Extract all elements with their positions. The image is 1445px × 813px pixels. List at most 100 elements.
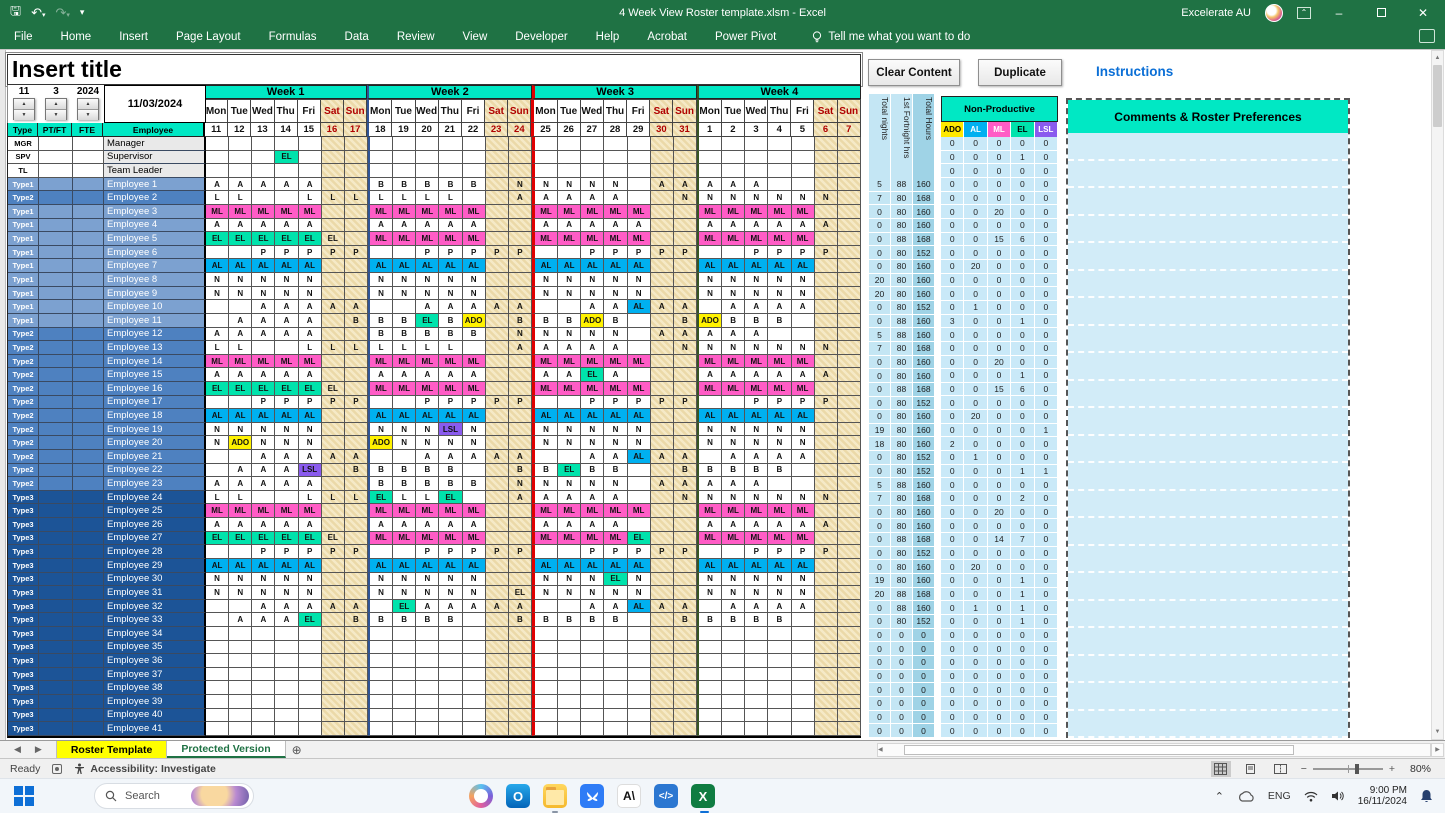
roster-shift-cell[interactable] [651,681,674,695]
roster-shift-cell[interactable] [838,423,861,437]
roster-shift-cell[interactable] [532,396,558,410]
roster-shift-cell[interactable]: A [697,518,722,532]
roster-shift-cell[interactable]: AL [368,409,393,423]
year-spinner-up[interactable]: ▲ [78,99,98,110]
roster-shift-cell[interactable]: A [604,518,627,532]
roster-shift-cell[interactable]: A [722,477,745,491]
roster-shift-cell[interactable] [815,668,838,682]
roster-shift-cell[interactable] [486,368,509,382]
roster-shift-cell[interactable] [722,681,745,695]
row-type-cell[interactable]: Type1 [8,314,39,328]
roster-shift-cell[interactable]: A [439,219,462,233]
roster-shift-cell[interactable] [768,151,791,165]
roster-shift-cell[interactable]: ADO [368,436,393,450]
roster-shift-cell[interactable]: AL [558,559,581,573]
roster-shift-cell[interactable] [697,709,722,723]
roster-shift-cell[interactable]: P [463,545,486,559]
row-fte-cell[interactable] [73,641,104,655]
roster-shift-cell[interactable]: A [252,518,275,532]
roster-shift-cell[interactable] [393,300,416,314]
roster-shift-cell[interactable] [463,491,486,505]
roster-shift-cell[interactable]: ML [768,382,791,396]
roster-shift-cell[interactable]: N [229,586,252,600]
roster-shift-cell[interactable]: N [581,573,604,587]
roster-shift-cell[interactable]: L [229,341,252,355]
roster-shift-cell[interactable]: B [416,477,439,491]
roster-shift-cell[interactable] [558,151,581,165]
roster-shift-cell[interactable]: A [206,518,229,532]
roster-shift-cell[interactable]: ML [581,355,604,369]
row-fte-cell[interactable] [73,259,104,273]
roster-shift-cell[interactable]: A [416,219,439,233]
roster-shift-cell[interactable]: LSL [299,464,322,478]
roster-shift-cell[interactable]: N [439,573,462,587]
roster-shift-cell[interactable] [792,627,815,641]
bluesky-icon[interactable] [580,784,604,808]
roster-shift-cell[interactable] [275,137,298,151]
roster-shift-cell[interactable] [532,164,558,178]
roster-shift-cell[interactable] [581,722,604,736]
roster-shift-cell[interactable]: ML [206,504,229,518]
comment-row[interactable] [1068,573,1348,601]
roster-shift-cell[interactable] [581,681,604,695]
month-spinner-up[interactable]: ▲ [46,99,66,110]
zoom-slider[interactable] [1313,768,1383,770]
employee-name-cell[interactable]: Employee 28 [104,545,206,559]
roster-shift-cell[interactable]: A [275,328,298,342]
roster-shift-cell[interactable]: AL [463,259,486,273]
row-ptft-cell[interactable] [39,396,73,410]
comment-row[interactable] [1068,161,1348,189]
roster-shift-cell[interactable] [674,559,697,573]
roster-shift-cell[interactable]: ML [463,532,486,546]
employee-name-cell[interactable]: Employee 38 [104,681,206,695]
roster-shift-cell[interactable]: N [722,573,745,587]
roster-shift-cell[interactable] [509,273,532,287]
row-type-cell[interactable]: SPV [8,151,39,165]
roster-shift-cell[interactable] [581,654,604,668]
roster-shift-cell[interactable]: N [532,477,558,491]
roster-shift-cell[interactable]: EL [628,532,651,546]
roster-shift-cell[interactable] [509,382,532,396]
row-fte-cell[interactable] [73,151,104,165]
roster-shift-cell[interactable]: N [745,423,768,437]
roster-shift-cell[interactable] [722,709,745,723]
roster-shift-cell[interactable] [275,668,298,682]
roster-shift-cell[interactable] [345,137,368,151]
roster-shift-cell[interactable] [838,328,861,342]
row-ptft-cell[interactable] [39,205,73,219]
roster-shift-cell[interactable]: A [463,300,486,314]
roster-shift-cell[interactable] [229,396,252,410]
roster-shift-cell[interactable]: AL [581,259,604,273]
comment-row[interactable] [1068,628,1348,656]
roster-shift-cell[interactable]: N [252,423,275,437]
roster-shift-cell[interactable] [815,178,838,192]
roster-shift-cell[interactable] [322,178,345,192]
roster-shift-cell[interactable]: N [558,287,581,301]
roster-shift-cell[interactable]: A [509,341,532,355]
roster-shift-cell[interactable] [651,287,674,301]
roster-shift-cell[interactable]: N [697,436,722,450]
row-ptft-cell[interactable] [39,178,73,192]
roster-shift-cell[interactable] [838,314,861,328]
row-ptft-cell[interactable] [39,436,73,450]
roster-shift-cell[interactable]: N [229,423,252,437]
roster-shift-cell[interactable]: ML [463,355,486,369]
roster-shift-cell[interactable]: AL [558,259,581,273]
roster-shift-cell[interactable]: B [345,464,368,478]
roster-shift-cell[interactable]: B [722,464,745,478]
roster-shift-cell[interactable]: N [581,436,604,450]
roster-shift-cell[interactable] [697,300,722,314]
roster-shift-cell[interactable]: AL [368,259,393,273]
roster-shift-cell[interactable] [604,137,627,151]
row-ptft-cell[interactable] [39,273,73,287]
roster-shift-cell[interactable]: EL [604,573,627,587]
roster-shift-cell[interactable]: N [581,477,604,491]
roster-shift-cell[interactable]: AL [393,409,416,423]
roster-shift-cell[interactable]: ML [368,355,393,369]
comment-row[interactable] [1068,546,1348,574]
roster-shift-cell[interactable]: N [439,586,462,600]
roster-shift-cell[interactable] [252,681,275,695]
roster-shift-cell[interactable] [486,164,509,178]
roster-shift-cell[interactable]: A [722,219,745,233]
roster-shift-cell[interactable] [674,219,697,233]
